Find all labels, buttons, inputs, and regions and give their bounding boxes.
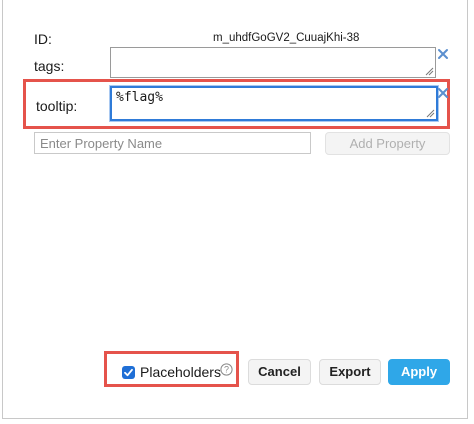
id-value: m_uhdfGoGV2_CuuajKhi-38 bbox=[213, 32, 360, 44]
placeholders-label[interactable]: Placeholders bbox=[140, 364, 221, 380]
cancel-button[interactable]: Cancel bbox=[248, 359, 311, 385]
apply-button[interactable]: Apply bbox=[388, 359, 450, 385]
tooltip-label: tooltip: bbox=[36, 98, 78, 114]
property-name-input[interactable] bbox=[34, 132, 311, 154]
tags-label: tags: bbox=[34, 58, 65, 74]
export-button[interactable]: Export bbox=[319, 359, 381, 385]
remove-tags-close-icon[interactable] bbox=[437, 48, 449, 60]
svg-text:?: ? bbox=[224, 365, 229, 375]
remove-tooltip-close-icon[interactable] bbox=[437, 87, 449, 99]
checkmark-icon bbox=[124, 368, 133, 377]
add-property-button[interactable]: Add Property bbox=[325, 132, 450, 155]
help-circle-icon[interactable]: ? bbox=[220, 363, 233, 376]
tooltip-textarea[interactable]: %flag% bbox=[110, 86, 438, 121]
id-label: ID: bbox=[34, 31, 52, 47]
placeholders-checkbox[interactable] bbox=[122, 366, 135, 379]
edit-data-dialog: ID: m_uhdfGoGV2_CuuajKhi-38 tags: toolti… bbox=[2, 0, 468, 419]
tags-textarea[interactable] bbox=[110, 47, 436, 78]
